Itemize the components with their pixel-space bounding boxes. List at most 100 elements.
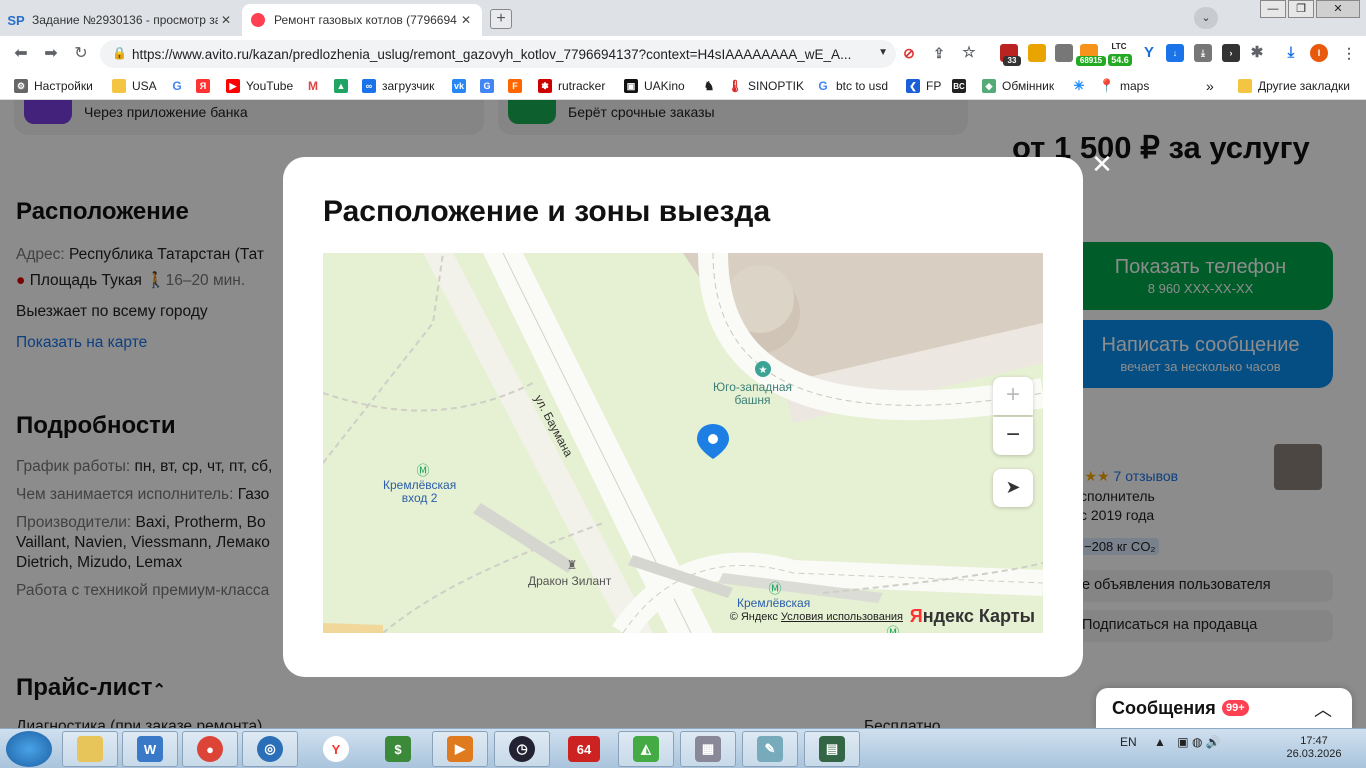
bookmark-drive[interactable]: ▲ xyxy=(334,78,354,94)
terms-link[interactable]: Условия использования xyxy=(781,611,903,623)
tray-network-icon[interactable]: ◍ xyxy=(1192,735,1202,749)
menu-dots-icon[interactable]: ⋮ xyxy=(1340,44,1358,62)
svg-text:Ⓜ: Ⓜ xyxy=(768,581,781,596)
taskbar-apps[interactable]: ◭ xyxy=(618,731,674,767)
bookmark-fp[interactable]: ❮ FP xyxy=(906,78,941,94)
folder-icon xyxy=(77,736,103,762)
extension-save-icon[interactable]: ⤓ xyxy=(1194,44,1212,62)
forward-arrow-icon[interactable]: ➡ xyxy=(40,44,62,64)
bookmark-star-icon[interactable]: ☆ xyxy=(960,44,978,62)
tab-avito[interactable]: Ремонт газовых котлов (7796694 ✕ xyxy=(242,4,482,36)
maximize-button[interactable]: ❐ xyxy=(1288,0,1314,18)
start-button[interactable] xyxy=(6,731,52,767)
minimize-button[interactable]: — xyxy=(1260,0,1286,18)
taskbar-explorer[interactable] xyxy=(62,731,118,767)
google-icon: G xyxy=(170,79,184,93)
bookmark-rutracker[interactable]: ✽ rutracker xyxy=(538,78,605,94)
taskbar-clock[interactable]: ◷ xyxy=(494,731,550,767)
dropdown-arrow-icon[interactable]: ▼ xyxy=(878,47,888,58)
blocked-icon[interactable]: ⊘ xyxy=(900,44,918,62)
close-window-button[interactable]: ✕ xyxy=(1316,0,1360,18)
extension-v-icon[interactable]: Y xyxy=(1140,44,1158,62)
taskbar-money[interactable]: $ xyxy=(370,731,426,767)
tab-search-icon[interactable]: ⌄ xyxy=(1194,7,1218,29)
bookmark-google[interactable]: G xyxy=(170,78,190,94)
bookmarks-more-icon[interactable]: » xyxy=(1206,78,1214,94)
language-indicator[interactable]: EN xyxy=(1120,735,1137,749)
new-tab-button[interactable]: + xyxy=(490,9,512,29)
modal-close-icon[interactable]: ✕ xyxy=(1090,151,1114,177)
bookmark-youtube[interactable]: ▶ YouTube xyxy=(226,78,293,94)
extension-box-icon[interactable] xyxy=(1055,44,1073,62)
taskbar-monitor[interactable]: ▤ xyxy=(804,731,860,767)
url-text[interactable]: https://www.avito.ru/kazan/predlozhenia_… xyxy=(132,47,851,62)
profile-avatar[interactable]: I xyxy=(1310,44,1328,62)
map-copyright: © Яндекс Условия использования xyxy=(729,611,903,623)
extensions-puzzle-icon[interactable]: ✱ xyxy=(1248,44,1266,62)
gear-icon: ⚙ xyxy=(14,79,28,93)
chrome-icon: ● xyxy=(197,736,223,762)
window-controls: — ❐ ✕ xyxy=(1258,0,1360,18)
maps-icon: 📍 xyxy=(1098,78,1116,93)
chevron-up-icon[interactable]: ︿ xyxy=(1314,696,1332,722)
bookmark-bc[interactable]: BC xyxy=(952,78,972,94)
reload-icon[interactable]: ↻ xyxy=(70,44,92,64)
taskbar-notepad[interactable]: ✎ xyxy=(742,731,798,767)
bookmark-translate[interactable]: G xyxy=(480,78,500,94)
bookmark-f[interactable]: F xyxy=(508,78,528,94)
downloads-icon[interactable]: ⤓ xyxy=(1282,44,1300,62)
tab-bar: SP Задание №2930136 - просмотр за ✕ Ремо… xyxy=(0,0,1366,36)
yandex-map[interactable]: ★ Ⓜ Ⓜ Ⓜ ♜ ул. Баумана Юго-западная башня… xyxy=(323,253,1043,633)
bookmark-settings[interactable]: ⚙ Настройки xyxy=(14,78,93,94)
tab-task[interactable]: SP Задание №2930136 - просмотр за ✕ xyxy=(0,4,242,36)
messages-bar[interactable]: Сообщения 99+ ︿ xyxy=(1096,688,1352,728)
tab-close-icon[interactable]: ✕ xyxy=(218,13,234,27)
taskbar-yandex[interactable]: Y xyxy=(308,731,364,767)
taskbar-chrome[interactable]: ● xyxy=(182,731,238,767)
extension-lion-icon[interactable] xyxy=(1028,44,1046,62)
taskbar-64[interactable]: 64 xyxy=(556,731,612,767)
avito-favicon-icon xyxy=(250,12,266,28)
tab-close-icon[interactable]: ✕ xyxy=(458,13,474,27)
modal-title: Расположение и зоны выезда xyxy=(323,195,771,228)
bookmark-sinoptik[interactable]: 🌡 SINOPTIK xyxy=(727,78,804,94)
taskbar-calculator[interactable]: ▦ xyxy=(680,731,736,767)
vk-icon: vk xyxy=(452,79,466,93)
bookmark-yandex[interactable]: Я xyxy=(196,78,216,94)
extension-arrow-icon[interactable]: › xyxy=(1222,44,1240,62)
bookmark-uakino[interactable]: ▣ UAKino xyxy=(624,78,685,94)
zoom-in-button[interactable]: + xyxy=(993,377,1033,415)
bookmark-other[interactable]: Другие закладки xyxy=(1238,78,1350,94)
bookmark-vk[interactable]: vk xyxy=(452,78,472,94)
tray-app-icon[interactable]: ▣ xyxy=(1177,735,1188,749)
geolocation-arrow-icon[interactable]: ➤ xyxy=(993,469,1033,507)
bc-icon: BC xyxy=(952,79,966,93)
address-bar[interactable]: 🔒 https://www.avito.ru/kazan/predlozheni… xyxy=(100,40,896,68)
bookmark-btc-to-usd[interactable]: Gbtc to usd xyxy=(816,78,888,94)
folder-icon xyxy=(112,79,126,93)
bookmark-maps[interactable]: 📍 maps xyxy=(1098,78,1149,94)
taskbar-shield[interactable]: W xyxy=(122,731,178,767)
tray-volume-icon[interactable]: 🔊 xyxy=(1206,735,1221,749)
bookmark-gmail[interactable]: M xyxy=(306,78,326,94)
yandex-maps-logo[interactable]: Яндекс Карты xyxy=(910,606,1035,627)
tower-label: Юго-западная башня xyxy=(713,380,793,407)
share-icon[interactable]: ⇪ xyxy=(930,44,948,62)
system-clock[interactable]: 17:47 26.03.2026 xyxy=(1284,735,1344,761)
bookmark-star[interactable]: ✳ xyxy=(1072,78,1092,94)
globe-icon: ◎ xyxy=(257,736,283,762)
taskbar-globe[interactable]: ◎ xyxy=(242,731,298,767)
bookmark-exchange[interactable]: ◆ Обмінник xyxy=(982,78,1054,94)
bookmark-downloader[interactable]: ∞ загрузчик xyxy=(362,78,434,94)
zoom-out-button[interactable]: − xyxy=(993,417,1033,455)
bookmark-chess[interactable]: ♞ xyxy=(702,78,722,94)
svg-text:★: ★ xyxy=(759,365,768,376)
extension-download-icon[interactable]: ↓ xyxy=(1166,44,1184,62)
taskbar-player[interactable]: ▶ xyxy=(432,731,488,767)
tray-expand-icon[interactable]: ▲ xyxy=(1154,735,1166,749)
app-64-icon: 64 xyxy=(568,736,600,762)
ltc-label: LTC xyxy=(1111,42,1127,51)
fp-icon: ❮ xyxy=(906,79,920,93)
back-arrow-icon[interactable]: ⬅ xyxy=(10,44,32,64)
bookmark-usa[interactable]: USA xyxy=(112,78,157,94)
